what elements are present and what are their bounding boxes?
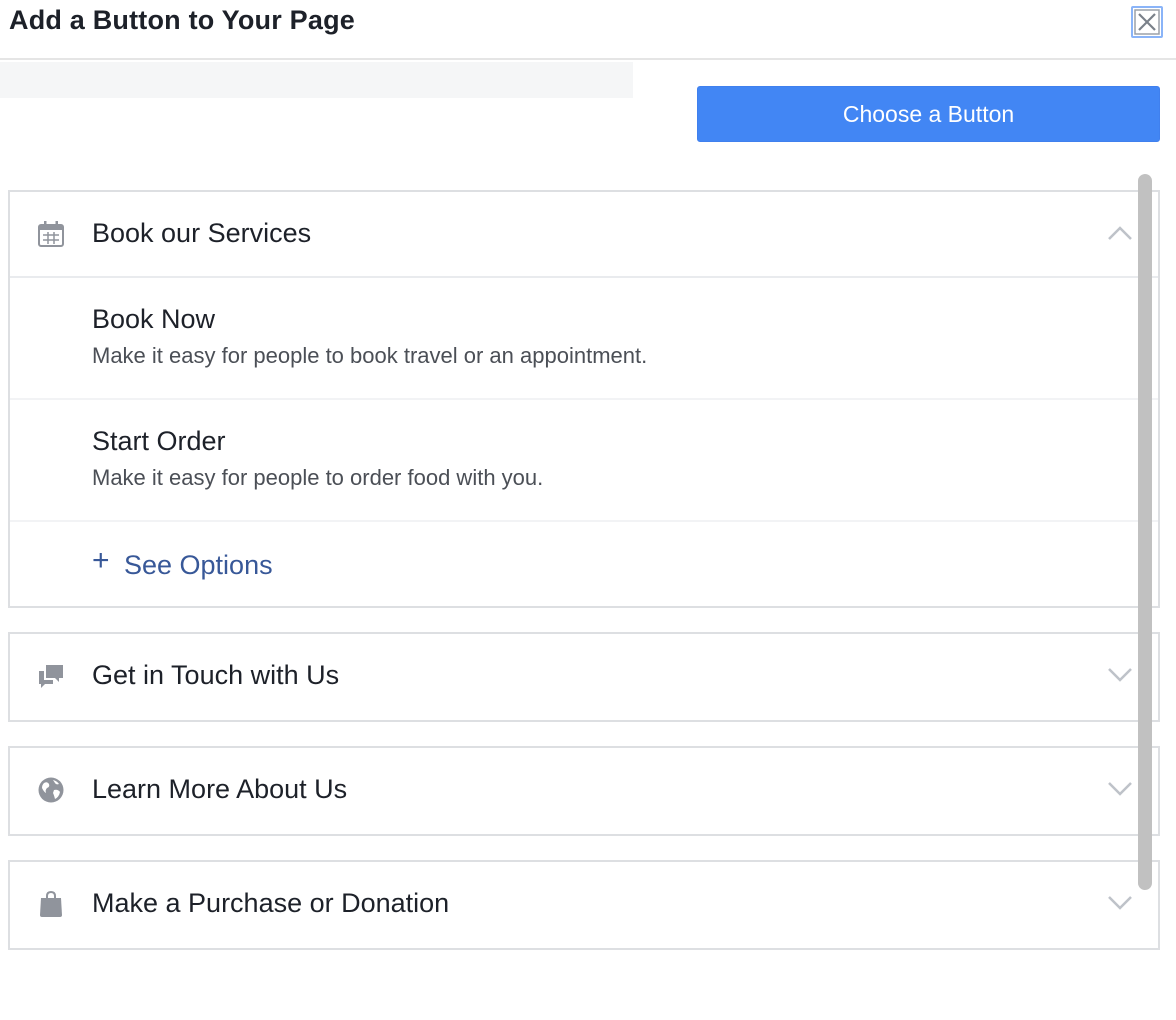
- choose-a-button[interactable]: Choose a Button: [697, 86, 1160, 142]
- close-icon: [1134, 9, 1160, 35]
- option-title: Start Order: [92, 426, 226, 456]
- section-label: Get in Touch with Us: [92, 660, 340, 690]
- see-options-link[interactable]: + See Options: [10, 522, 1158, 606]
- scrollbar[interactable]: [1138, 174, 1152, 890]
- option-book-now[interactable]: Book Now Make it easy for people to book…: [10, 278, 1158, 400]
- section-header-purchase-donation[interactable]: Make a Purchase or Donation: [10, 862, 1158, 946]
- option-description: Make it easy for people to order food wi…: [92, 465, 544, 490]
- dialog-title: Add a Button to Your Page: [9, 5, 355, 35]
- calendar-icon: [38, 221, 64, 247]
- dialog-header: Add a Button to Your Page: [0, 0, 1176, 60]
- see-options-label: See Options: [124, 550, 273, 580]
- chat-bubbles-icon: [39, 665, 63, 688]
- section-label: Learn More About Us: [92, 774, 348, 804]
- section-header-book-services[interactable]: Book our Services: [10, 192, 1158, 278]
- section-header-learn-more[interactable]: Learn More About Us: [10, 748, 1158, 832]
- globe-icon: [38, 777, 64, 803]
- section-book-services: Book our Services Book Now Make it easy …: [8, 190, 1160, 608]
- close-button[interactable]: [1131, 6, 1163, 38]
- section-header-get-in-touch[interactable]: Get in Touch with Us: [10, 634, 1158, 718]
- chevron-down-icon: [1108, 782, 1132, 796]
- grey-strip: [0, 62, 633, 98]
- plus-icon: +: [92, 544, 110, 577]
- section-purchase-donation: Make a Purchase or Donation: [8, 860, 1160, 950]
- section-get-in-touch: Get in Touch with Us: [8, 632, 1160, 722]
- option-title: Book Now: [92, 304, 216, 334]
- chevron-down-icon: [1108, 896, 1132, 910]
- shopping-bag-icon: [40, 890, 62, 917]
- option-start-order[interactable]: Start Order Make it easy for people to o…: [10, 400, 1158, 522]
- option-description: Make it easy for people to book travel o…: [92, 343, 648, 368]
- section-learn-more: Learn More About Us: [8, 746, 1160, 836]
- chevron-up-icon: [1108, 226, 1132, 240]
- section-label: Make a Purchase or Donation: [92, 888, 450, 918]
- chevron-down-icon: [1108, 668, 1132, 682]
- section-label: Book our Services: [92, 218, 312, 248]
